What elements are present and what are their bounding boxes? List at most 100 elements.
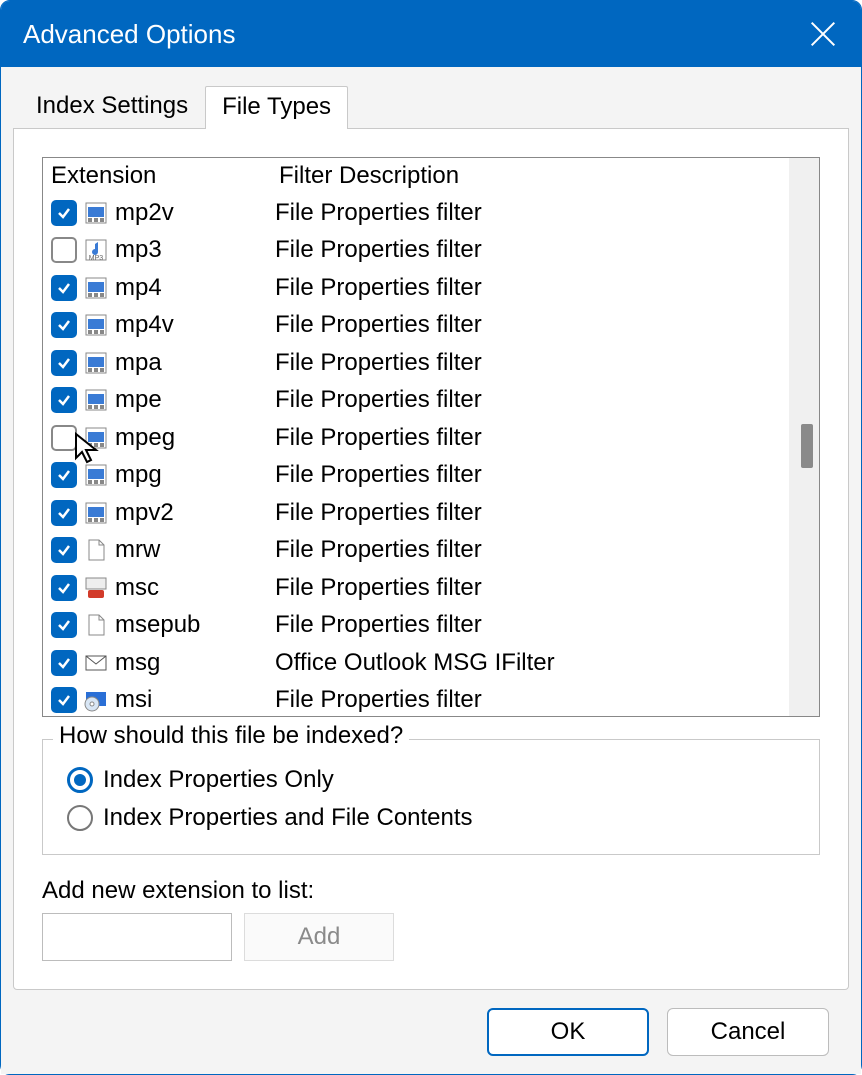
filter-text: File Properties filter: [275, 236, 819, 264]
filter-text: File Properties filter: [275, 536, 819, 564]
tab-file-types[interactable]: File Types: [205, 86, 348, 129]
radio-label: Index Properties and File Contents: [103, 804, 473, 832]
checkbox[interactable]: [51, 237, 77, 263]
list-header: Extension Filter Description: [43, 158, 819, 194]
table-row[interactable]: mp4vFile Properties filter: [43, 307, 819, 345]
table-row[interactable]: mscFile Properties filter: [43, 569, 819, 607]
cancel-button[interactable]: Cancel: [667, 1008, 829, 1056]
svg-text:MP3: MP3: [89, 255, 104, 262]
table-row[interactable]: msiFile Properties filter: [43, 682, 819, 717]
table-row[interactable]: mp4File Properties filter: [43, 269, 819, 307]
tab-index-settings[interactable]: Index Settings: [19, 85, 205, 128]
file-type-icon: [83, 275, 109, 301]
checkbox[interactable]: [51, 612, 77, 638]
add-extension-label: Add new extension to list:: [42, 877, 820, 905]
filter-text: File Properties filter: [275, 424, 819, 452]
checkbox[interactable]: [51, 537, 77, 563]
new-extension-input[interactable]: [42, 913, 232, 961]
add-extension-section: Add new extension to list: Add: [42, 877, 820, 961]
extension-text: mp2v: [115, 199, 275, 227]
radio-label: Index Properties Only: [103, 766, 334, 794]
file-type-icon: [83, 200, 109, 226]
tab-panel: Extension Filter Description mp2vFile Pr…: [13, 128, 849, 990]
extension-text: mpv2: [115, 499, 275, 527]
file-type-icon: [83, 612, 109, 638]
file-types-list: Extension Filter Description mp2vFile Pr…: [42, 157, 820, 717]
checkbox[interactable]: [51, 312, 77, 338]
extension-text: mp4v: [115, 311, 275, 339]
filter-text: File Properties filter: [275, 274, 819, 302]
checkbox[interactable]: [51, 687, 77, 713]
radio-icon: [67, 805, 93, 831]
extension-text: msepub: [115, 611, 275, 639]
file-type-icon: [83, 650, 109, 676]
filter-text: File Properties filter: [275, 199, 819, 227]
close-icon[interactable]: [807, 18, 839, 50]
filter-text: File Properties filter: [275, 349, 819, 377]
checkbox[interactable]: [51, 200, 77, 226]
table-row[interactable]: msepubFile Properties filter: [43, 607, 819, 645]
filter-text: File Properties filter: [275, 386, 819, 414]
checkbox[interactable]: [51, 387, 77, 413]
extension-text: msi: [115, 686, 275, 714]
checkbox[interactable]: [51, 650, 77, 676]
index-mode-group: How should this file be indexed? Index P…: [42, 739, 820, 855]
table-row[interactable]: mpaFile Properties filter: [43, 344, 819, 382]
checkbox[interactable]: [51, 575, 77, 601]
checkbox[interactable]: [51, 425, 77, 451]
table-row[interactable]: mpgFile Properties filter: [43, 457, 819, 495]
extension-text: mrw: [115, 536, 275, 564]
extension-text: mp4: [115, 274, 275, 302]
table-row[interactable]: MP3 mp3File Properties filter: [43, 232, 819, 270]
file-type-icon: [83, 425, 109, 451]
file-type-icon: [83, 537, 109, 563]
checkbox[interactable]: [51, 500, 77, 526]
extension-text: mp3: [115, 236, 275, 264]
radio-icon: [67, 767, 93, 793]
radio-properties-and-contents[interactable]: Index Properties and File Contents: [67, 804, 801, 832]
extension-text: mpe: [115, 386, 275, 414]
file-type-icon: [83, 500, 109, 526]
radio-properties-only[interactable]: Index Properties Only: [67, 766, 801, 794]
filter-text: File Properties filter: [275, 499, 819, 527]
file-type-icon: [83, 462, 109, 488]
filter-text: File Properties filter: [275, 611, 819, 639]
column-header-filter[interactable]: Filter Description: [279, 162, 819, 190]
table-row[interactable]: mpegFile Properties filter: [43, 419, 819, 457]
ok-button[interactable]: OK: [487, 1008, 649, 1056]
filter-text: File Properties filter: [275, 574, 819, 602]
file-type-icon: MP3: [83, 237, 109, 263]
extension-text: mpeg: [115, 424, 275, 452]
file-type-icon: [83, 350, 109, 376]
table-row[interactable]: mpv2File Properties filter: [43, 494, 819, 532]
filter-text: File Properties filter: [275, 686, 819, 714]
add-button[interactable]: Add: [244, 913, 394, 961]
file-type-icon: [83, 575, 109, 601]
checkbox[interactable]: [51, 350, 77, 376]
filter-text: File Properties filter: [275, 311, 819, 339]
tab-strip: Index Settings File Types: [19, 85, 849, 128]
filter-text: File Properties filter: [275, 461, 819, 489]
scrollbar[interactable]: [789, 158, 819, 716]
column-header-extension[interactable]: Extension: [51, 162, 279, 190]
table-row[interactable]: mrwFile Properties filter: [43, 532, 819, 570]
extension-text: msc: [115, 574, 275, 602]
file-type-icon: [83, 387, 109, 413]
extension-text: mpa: [115, 349, 275, 377]
extension-text: msg: [115, 649, 275, 677]
table-row[interactable]: mpeFile Properties filter: [43, 382, 819, 420]
file-type-icon: [83, 312, 109, 338]
titlebar: Advanced Options: [1, 1, 861, 67]
list-rows: mp2vFile Properties filterMP3mp3File Pro…: [43, 194, 819, 716]
filter-text: Office Outlook MSG IFilter: [275, 649, 819, 677]
file-type-icon: [83, 687, 109, 713]
scrollbar-thumb[interactable]: [801, 424, 813, 468]
table-row[interactable]: mp2vFile Properties filter: [43, 194, 819, 232]
extension-text: mpg: [115, 461, 275, 489]
table-row[interactable]: msgOffice Outlook MSG IFilter: [43, 644, 819, 682]
window-title: Advanced Options: [23, 19, 807, 50]
dialog-footer: OK Cancel: [13, 990, 849, 1074]
dialog-body: Index Settings File Types Extension Filt…: [1, 67, 861, 1074]
checkbox[interactable]: [51, 275, 77, 301]
checkbox[interactable]: [51, 462, 77, 488]
